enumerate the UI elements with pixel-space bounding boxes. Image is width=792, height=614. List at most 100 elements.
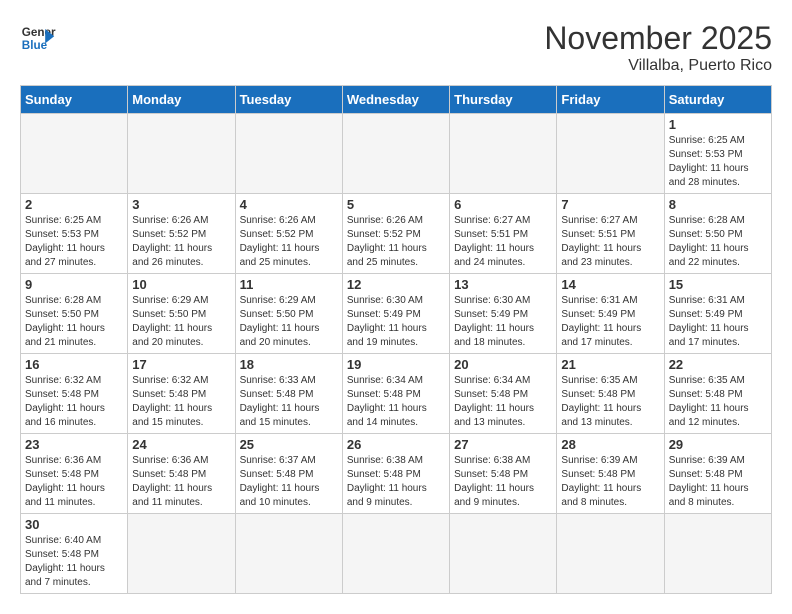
- day-number: 2: [25, 197, 123, 212]
- day-info: Sunrise: 6:26 AM Sunset: 5:52 PM Dayligh…: [347, 214, 445, 270]
- day-info: Sunrise: 6:34 AM Sunset: 5:48 PM Dayligh…: [454, 374, 552, 430]
- logo-icon: General Blue: [20, 20, 56, 56]
- day-info: Sunrise: 6:34 AM Sunset: 5:48 PM Dayligh…: [347, 374, 445, 430]
- calendar-header-monday: Monday: [128, 86, 235, 114]
- logo: General Blue: [20, 20, 56, 56]
- day-number: 29: [669, 437, 767, 452]
- day-info: Sunrise: 6:35 AM Sunset: 5:48 PM Dayligh…: [669, 374, 767, 430]
- day-info: Sunrise: 6:28 AM Sunset: 5:50 PM Dayligh…: [25, 294, 123, 350]
- day-number: 6: [454, 197, 552, 212]
- calendar-cell: 11Sunrise: 6:29 AM Sunset: 5:50 PM Dayli…: [235, 274, 342, 354]
- calendar-cell: 27Sunrise: 6:38 AM Sunset: 5:48 PM Dayli…: [450, 434, 557, 514]
- day-info: Sunrise: 6:32 AM Sunset: 5:48 PM Dayligh…: [25, 374, 123, 430]
- day-info: Sunrise: 6:26 AM Sunset: 5:52 PM Dayligh…: [240, 214, 338, 270]
- day-info: Sunrise: 6:29 AM Sunset: 5:50 PM Dayligh…: [240, 294, 338, 350]
- calendar-cell: [557, 114, 664, 194]
- calendar-header-saturday: Saturday: [664, 86, 771, 114]
- calendar-header-tuesday: Tuesday: [235, 86, 342, 114]
- day-info: Sunrise: 6:38 AM Sunset: 5:48 PM Dayligh…: [454, 454, 552, 510]
- calendar-cell: 7 Sunrise: 6:27 AM Sunset: 5:51 PM Daylig…: [557, 194, 664, 274]
- calendar-week-row: 16 Sunrise: 6:32 AM Sunset: 5:48 PM Dayli…: [21, 354, 772, 434]
- day-info: Sunrise: 6:29 AM Sunset: 5:50 PM Dayligh…: [132, 294, 230, 350]
- calendar-week-row: 2 Sunrise: 6:25 AM Sunset: 5:53 PM Daylig…: [21, 194, 772, 274]
- day-number: 8: [669, 197, 767, 212]
- calendar-cell: 6 Sunrise: 6:27 AM Sunset: 5:51 PM Daylig…: [450, 194, 557, 274]
- calendar-cell: 15Sunrise: 6:31 AM Sunset: 5:49 PM Dayli…: [664, 274, 771, 354]
- calendar-header-sunday: Sunday: [21, 86, 128, 114]
- calendar-header-wednesday: Wednesday: [342, 86, 449, 114]
- calendar-table: SundayMondayTuesdayWednesdayThursdayFrid…: [20, 85, 772, 594]
- calendar-cell: 13 Sunrise: 6:30 AM Sunset: 5:49 PM Dayli…: [450, 274, 557, 354]
- day-info: Sunrise: 6:25 AM Sunset: 5:53 PM Dayligh…: [669, 134, 767, 190]
- day-number: 23: [25, 437, 123, 452]
- calendar-cell: 25 Sunrise: 6:37 AM Sunset: 5:48 PM Dayli…: [235, 434, 342, 514]
- day-number: 20: [454, 357, 552, 372]
- day-number: 16: [25, 357, 123, 372]
- calendar-cell: 2 Sunrise: 6:25 AM Sunset: 5:53 PM Daylig…: [21, 194, 128, 274]
- calendar-cell: 1 Sunrise: 6:25 AM Sunset: 5:53 PM Daylig…: [664, 114, 771, 194]
- day-number: 18: [240, 357, 338, 372]
- calendar-cell: [664, 514, 771, 594]
- day-info: Sunrise: 6:39 AM Sunset: 5:48 PM Dayligh…: [669, 454, 767, 510]
- calendar-cell: 8 Sunrise: 6:28 AM Sunset: 5:50 PM Daylig…: [664, 194, 771, 274]
- day-number: 15: [669, 277, 767, 292]
- day-number: 1: [669, 117, 767, 132]
- day-info: Sunrise: 6:35 AM Sunset: 5:48 PM Dayligh…: [561, 374, 659, 430]
- calendar-cell: [235, 514, 342, 594]
- calendar-cell: [450, 514, 557, 594]
- day-info: Sunrise: 6:32 AM Sunset: 5:48 PM Dayligh…: [132, 374, 230, 430]
- day-info: Sunrise: 6:40 AM Sunset: 5:48 PM Dayligh…: [25, 534, 123, 590]
- calendar-cell: [450, 114, 557, 194]
- calendar-cell: 9 Sunrise: 6:28 AM Sunset: 5:50 PM Daylig…: [21, 274, 128, 354]
- calendar-cell: [21, 114, 128, 194]
- day-info: Sunrise: 6:39 AM Sunset: 5:48 PM Dayligh…: [561, 454, 659, 510]
- day-info: Sunrise: 6:37 AM Sunset: 5:48 PM Dayligh…: [240, 454, 338, 510]
- location-title: Villalba, Puerto Rico: [544, 57, 772, 75]
- day-number: 7: [561, 197, 659, 212]
- day-number: 26: [347, 437, 445, 452]
- day-number: 17: [132, 357, 230, 372]
- calendar-header-row: SundayMondayTuesdayWednesdayThursdayFrid…: [21, 86, 772, 114]
- day-number: 5: [347, 197, 445, 212]
- calendar-cell: 29 Sunrise: 6:39 AM Sunset: 5:48 PM Dayli…: [664, 434, 771, 514]
- day-number: 13: [454, 277, 552, 292]
- calendar-cell: 23 Sunrise: 6:36 AM Sunset: 5:48 PM Dayli…: [21, 434, 128, 514]
- calendar-week-row: 30 Sunrise: 6:40 AM Sunset: 5:48 PM Dayli…: [21, 514, 772, 594]
- calendar-cell: 24 Sunrise: 6:36 AM Sunset: 5:48 PM Dayli…: [128, 434, 235, 514]
- day-info: Sunrise: 6:36 AM Sunset: 5:48 PM Dayligh…: [25, 454, 123, 510]
- day-info: Sunrise: 6:27 AM Sunset: 5:51 PM Dayligh…: [561, 214, 659, 270]
- page-header: General Blue November 2025 Villalba, Pue…: [20, 20, 772, 75]
- calendar-cell: 4 Sunrise: 6:26 AM Sunset: 5:52 PM Daylig…: [235, 194, 342, 274]
- day-number: 12: [347, 277, 445, 292]
- calendar-cell: 30 Sunrise: 6:40 AM Sunset: 5:48 PM Dayli…: [21, 514, 128, 594]
- calendar-cell: [557, 514, 664, 594]
- day-info: Sunrise: 6:31 AM Sunset: 5:49 PM Dayligh…: [561, 294, 659, 350]
- calendar-week-row: 1 Sunrise: 6:25 AM Sunset: 5:53 PM Daylig…: [21, 114, 772, 194]
- calendar-cell: [342, 114, 449, 194]
- day-number: 22: [669, 357, 767, 372]
- day-number: 30: [25, 517, 123, 532]
- day-info: Sunrise: 6:27 AM Sunset: 5:51 PM Dayligh…: [454, 214, 552, 270]
- calendar-cell: 16 Sunrise: 6:32 AM Sunset: 5:48 PM Dayli…: [21, 354, 128, 434]
- day-number: 25: [240, 437, 338, 452]
- day-number: 21: [561, 357, 659, 372]
- day-number: 9: [25, 277, 123, 292]
- calendar-cell: [128, 114, 235, 194]
- calendar-cell: 3Sunrise: 6:26 AM Sunset: 5:52 PM Daylig…: [128, 194, 235, 274]
- calendar-header-friday: Friday: [557, 86, 664, 114]
- day-info: Sunrise: 6:25 AM Sunset: 5:53 PM Dayligh…: [25, 214, 123, 270]
- day-info: Sunrise: 6:38 AM Sunset: 5:48 PM Dayligh…: [347, 454, 445, 510]
- calendar-cell: 21 Sunrise: 6:35 AM Sunset: 5:48 PM Dayli…: [557, 354, 664, 434]
- day-info: Sunrise: 6:33 AM Sunset: 5:48 PM Dayligh…: [240, 374, 338, 430]
- calendar-cell: 12Sunrise: 6:30 AM Sunset: 5:49 PM Dayli…: [342, 274, 449, 354]
- calendar-week-row: 23 Sunrise: 6:36 AM Sunset: 5:48 PM Dayli…: [21, 434, 772, 514]
- calendar-cell: [342, 514, 449, 594]
- day-number: 3: [132, 197, 230, 212]
- day-info: Sunrise: 6:36 AM Sunset: 5:48 PM Dayligh…: [132, 454, 230, 510]
- day-info: Sunrise: 6:30 AM Sunset: 5:49 PM Dayligh…: [454, 294, 552, 350]
- day-number: 24: [132, 437, 230, 452]
- day-number: 4: [240, 197, 338, 212]
- calendar-cell: [128, 514, 235, 594]
- day-info: Sunrise: 6:28 AM Sunset: 5:50 PM Dayligh…: [669, 214, 767, 270]
- day-number: 14: [561, 277, 659, 292]
